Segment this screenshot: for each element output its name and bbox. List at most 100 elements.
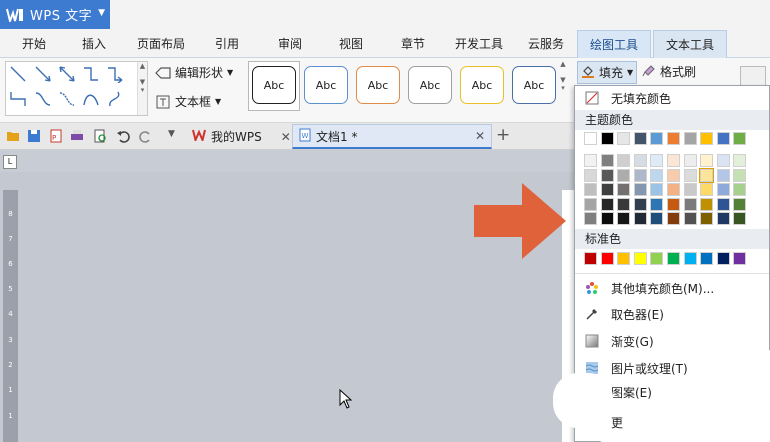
double-arrow-shape-icon[interactable] xyxy=(58,65,76,83)
freeform-curve-icon[interactable] xyxy=(106,90,124,108)
shape-style-1[interactable]: Abc xyxy=(252,66,296,104)
theme-shade-swatch[interactable] xyxy=(700,183,714,196)
theme-shade-swatch[interactable] xyxy=(617,197,631,211)
theme-shade-swatch[interactable] xyxy=(716,197,730,211)
elbow-connector-icon[interactable] xyxy=(82,65,100,83)
no-fill-option[interactable]: 无填充颜色 xyxy=(575,86,769,110)
theme-shade-swatch[interactable] xyxy=(700,197,714,211)
elbow-arrow-icon[interactable] xyxy=(106,65,124,84)
eyedropper-option[interactable]: 取色器(E) xyxy=(575,302,769,326)
shape-style-5[interactable]: Abc xyxy=(460,66,504,104)
theme-color-swatch[interactable] xyxy=(700,132,714,145)
theme-shade-swatch[interactable] xyxy=(683,154,697,167)
shape-gallery-scroll[interactable]: ▲ ▼ ▾ xyxy=(137,62,147,115)
theme-shade-swatch[interactable] xyxy=(667,197,680,211)
theme-shade-swatch[interactable] xyxy=(683,183,697,196)
format-painter-button[interactable]: 格式刷 xyxy=(642,63,696,80)
theme-shade-swatch[interactable] xyxy=(633,197,647,211)
theme-shade-swatch[interactable] xyxy=(600,212,614,225)
theme-shade-swatch[interactable] xyxy=(683,168,697,182)
theme-shade-swatch[interactable] xyxy=(600,197,614,211)
theme-shade-swatch[interactable] xyxy=(733,154,747,167)
standard-color-swatch[interactable] xyxy=(600,252,614,265)
style-gallery-scroll[interactable]: ▲ ▼ ▾ xyxy=(558,60,568,112)
new-tab-button[interactable]: + xyxy=(496,125,510,145)
standard-color-swatch[interactable] xyxy=(716,252,730,265)
tab-drawing-tools[interactable]: 绘图工具 xyxy=(577,30,651,58)
standard-color-swatch[interactable] xyxy=(733,252,747,265)
close-icon[interactable]: ✕ xyxy=(475,129,485,143)
tab-chapter[interactable]: 章节 xyxy=(393,30,433,58)
theme-shade-swatch[interactable] xyxy=(667,212,680,225)
curved-connector-icon[interactable] xyxy=(34,90,52,108)
theme-shade-swatch[interactable] xyxy=(633,168,647,182)
theme-shade-swatch[interactable] xyxy=(617,212,631,225)
tab-text-tools[interactable]: 文本工具 xyxy=(653,30,727,58)
standard-color-swatch[interactable] xyxy=(633,252,647,265)
textbox-button[interactable]: 文本框 ▼ xyxy=(155,93,221,110)
ruler-tab-selector[interactable]: L xyxy=(3,155,17,169)
theme-shade-swatch[interactable] xyxy=(716,154,730,167)
more-fill-colors-option[interactable]: 其他填充颜色(M)... xyxy=(575,276,769,300)
theme-shade-swatch[interactable] xyxy=(633,183,647,196)
theme-shade-swatch[interactable] xyxy=(716,168,730,182)
export-pdf-icon[interactable]: P xyxy=(49,129,63,143)
theme-shade-swatch[interactable] xyxy=(650,168,664,182)
shape-gallery[interactable]: ▲ ▼ ▾ xyxy=(5,61,148,116)
theme-shade-swatch[interactable] xyxy=(650,212,664,225)
theme-color-swatch[interactable] xyxy=(617,132,631,145)
theme-shade-swatch[interactable] xyxy=(584,212,597,225)
theme-shade-swatch[interactable] xyxy=(633,154,647,167)
tab-my-wps[interactable]: 我的WPS ✕ xyxy=(186,124,297,149)
standard-color-swatch[interactable] xyxy=(700,252,714,265)
theme-shade-swatch[interactable] xyxy=(733,183,747,196)
theme-color-swatch[interactable] xyxy=(650,132,664,145)
standard-color-swatch[interactable] xyxy=(617,252,631,265)
theme-shade-swatch[interactable] xyxy=(700,212,714,225)
theme-shade-swatch[interactable] xyxy=(650,183,664,196)
shape-style-6[interactable]: Abc xyxy=(512,66,556,104)
theme-shade-swatch[interactable] xyxy=(733,197,747,211)
theme-shade-swatch[interactable] xyxy=(600,154,614,167)
chevron-down-icon[interactable]: ▼ xyxy=(627,68,633,77)
theme-shade-swatch[interactable] xyxy=(716,183,730,196)
theme-shade-swatch[interactable] xyxy=(733,168,747,182)
print-icon[interactable] xyxy=(70,129,84,143)
theme-color-swatch[interactable] xyxy=(733,132,747,145)
edit-shape-button[interactable]: 编辑形状 ▼ xyxy=(155,64,233,81)
undo-icon[interactable] xyxy=(116,129,130,143)
standard-color-swatch[interactable] xyxy=(667,252,680,265)
theme-shade-swatch[interactable] xyxy=(584,183,597,196)
theme-shade-swatch[interactable] xyxy=(617,154,631,167)
curved-arrow-icon[interactable] xyxy=(58,90,76,108)
theme-shade-swatch[interactable] xyxy=(600,183,614,196)
standard-color-swatch[interactable] xyxy=(650,252,664,265)
theme-color-swatch[interactable] xyxy=(667,132,680,145)
theme-shade-swatch[interactable] xyxy=(716,212,730,225)
theme-shade-swatch[interactable] xyxy=(617,183,631,196)
line-shape-icon[interactable] xyxy=(9,65,27,83)
tab-insert[interactable]: 插入 xyxy=(74,30,114,58)
shape-style-4[interactable]: Abc xyxy=(408,66,452,104)
tab-view[interactable]: 视图 xyxy=(331,30,371,58)
theme-shade-swatch[interactable] xyxy=(650,197,664,211)
theme-shade-swatch[interactable] xyxy=(600,168,614,182)
tab-references[interactable]: 引用 xyxy=(207,30,247,58)
theme-shade-swatch[interactable] xyxy=(650,154,664,167)
elbow-double-arrow-icon[interactable] xyxy=(9,90,27,108)
theme-color-swatch[interactable] xyxy=(584,132,597,145)
app-menu-button[interactable]: WPS 文字 ▼ xyxy=(0,0,110,29)
theme-color-swatch[interactable] xyxy=(683,132,697,145)
theme-shade-swatch[interactable] xyxy=(733,212,747,225)
theme-shade-swatch[interactable] xyxy=(667,168,680,182)
fill-button[interactable]: 填充 ▼ xyxy=(577,61,638,84)
arrow-shape-icon[interactable] xyxy=(34,65,52,83)
curved-double-arrow-icon[interactable] xyxy=(82,90,100,108)
tab-review[interactable]: 审阅 xyxy=(270,30,310,58)
open-folder-icon[interactable] xyxy=(6,129,20,143)
standard-color-swatch[interactable] xyxy=(584,252,597,265)
save-icon[interactable] xyxy=(27,129,41,143)
tab-document1[interactable]: W 文档1 * ✕ xyxy=(292,124,492,149)
shape-style-3[interactable]: Abc xyxy=(356,66,400,104)
customize-toolbar-icon[interactable]: ▼ xyxy=(168,129,182,143)
